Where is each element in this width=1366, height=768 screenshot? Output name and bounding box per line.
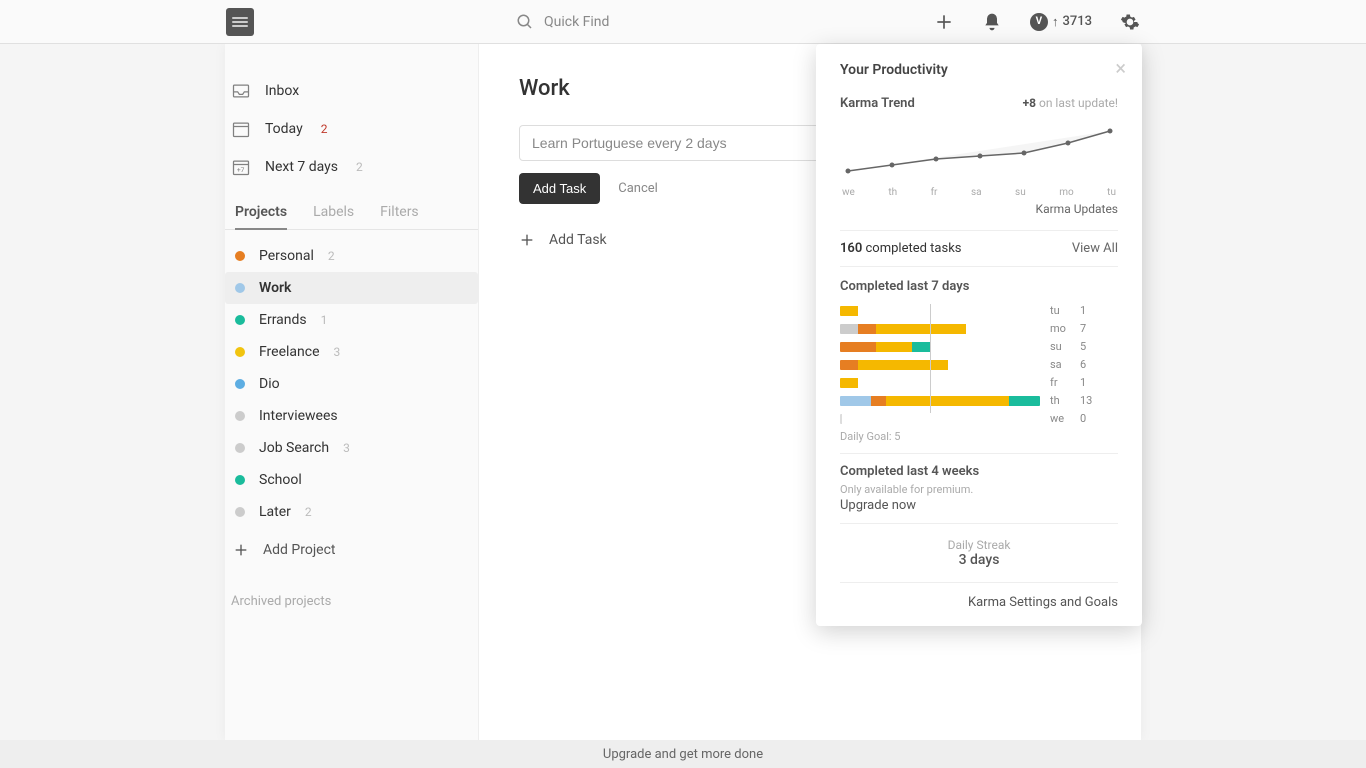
close-icon[interactable]: × bbox=[1115, 58, 1126, 78]
project-color-dot bbox=[235, 379, 245, 389]
streak-label: Daily Streak bbox=[840, 538, 1118, 552]
daily-goal-label: Daily Goal: 5 bbox=[840, 430, 1118, 443]
project-color-dot bbox=[235, 507, 245, 517]
project-count: 3 bbox=[343, 441, 350, 455]
archived-projects-link[interactable]: Archived projects bbox=[225, 566, 478, 617]
project-item[interactable]: School bbox=[225, 464, 478, 496]
karma-score-value: 3713 bbox=[1062, 14, 1092, 29]
project-count: 3 bbox=[334, 345, 341, 359]
nav-today-count: 2 bbox=[321, 122, 328, 136]
weeks-title: Completed last 4 weeks bbox=[840, 464, 1118, 479]
project-item[interactable]: Errands 1 bbox=[225, 304, 478, 336]
trend-axis-labels: wethfrsasumotu bbox=[840, 187, 1118, 198]
premium-note: Only available for premium. bbox=[840, 483, 1118, 496]
project-item[interactable]: Freelance 3 bbox=[225, 336, 478, 368]
project-item[interactable]: Personal 2 bbox=[225, 240, 478, 272]
karma-updates-link[interactable]: Karma Updates bbox=[840, 202, 1118, 216]
nav-next7-label: Next 7 days bbox=[265, 159, 338, 175]
footer-text: Upgrade and get more done bbox=[603, 747, 763, 762]
nav-inbox[interactable]: Inbox bbox=[225, 72, 478, 110]
project-color-dot bbox=[235, 443, 245, 453]
view-all-link[interactable]: View All bbox=[1072, 241, 1118, 256]
week-bar-row: th13 bbox=[840, 394, 1118, 407]
notifications-button[interactable] bbox=[982, 12, 1002, 32]
project-name: Errands bbox=[259, 312, 307, 328]
add-task-row-label: Add Task bbox=[549, 232, 607, 248]
streak-value: 3 days bbox=[840, 552, 1118, 568]
cancel-button[interactable]: Cancel bbox=[618, 181, 658, 196]
karma-settings-link[interactable]: Karma Settings and Goals bbox=[840, 583, 1118, 610]
project-item[interactable]: Work bbox=[225, 272, 478, 304]
add-project-label: Add Project bbox=[263, 542, 336, 558]
popup-title: Your Productivity bbox=[840, 62, 1118, 78]
nav-next7[interactable]: +7 Next 7 days 2 bbox=[225, 148, 478, 186]
project-count: 1 bbox=[321, 313, 328, 327]
nav-today[interactable]: Today 2 bbox=[225, 110, 478, 148]
sidebar-tabs: Projects Labels Filters bbox=[225, 186, 478, 230]
week-bar-row: mo7 bbox=[840, 322, 1118, 335]
tab-labels[interactable]: Labels bbox=[313, 204, 354, 229]
app-logo[interactable] bbox=[226, 8, 254, 36]
project-count: 2 bbox=[305, 505, 312, 519]
nav-inbox-label: Inbox bbox=[265, 83, 299, 99]
project-count: 2 bbox=[328, 249, 335, 263]
karma-arrow-icon: ↑ bbox=[1052, 14, 1059, 30]
completed-tasks-text: 160 completed tasks bbox=[840, 241, 962, 256]
tab-projects[interactable]: Projects bbox=[235, 204, 287, 230]
project-name: Work bbox=[259, 280, 291, 296]
karma-trend-label: Karma Trend bbox=[840, 96, 915, 111]
project-color-dot bbox=[235, 411, 245, 421]
nav-today-label: Today bbox=[265, 121, 303, 137]
karma-score-button[interactable]: V ↑ 3713 bbox=[1030, 13, 1092, 31]
project-item[interactable]: Dio bbox=[225, 368, 478, 400]
project-color-dot bbox=[235, 347, 245, 357]
project-item[interactable]: Later 2 bbox=[225, 496, 478, 528]
calendar-today-icon bbox=[231, 119, 251, 139]
project-name: Personal bbox=[259, 248, 314, 264]
project-name: Freelance bbox=[259, 344, 320, 360]
project-item[interactable]: Interviewees bbox=[225, 400, 478, 432]
quick-add-button[interactable] bbox=[934, 12, 954, 32]
search-icon bbox=[516, 13, 534, 31]
project-name: Later bbox=[259, 504, 291, 520]
tab-filters[interactable]: Filters bbox=[380, 204, 419, 229]
productivity-popup: × Your Productivity Karma Trend +8 on la… bbox=[816, 44, 1142, 626]
project-item[interactable]: Job Search 3 bbox=[225, 432, 478, 464]
project-color-dot bbox=[235, 475, 245, 485]
footer-bar[interactable]: Upgrade and get more done bbox=[0, 740, 1366, 768]
karma-badge-icon: V bbox=[1030, 13, 1048, 31]
svg-text:+7: +7 bbox=[237, 166, 245, 174]
nav-next7-count: 2 bbox=[356, 160, 363, 174]
project-name: Job Search bbox=[259, 440, 329, 456]
project-list: Personal 2 Work Errands 1 Freelance 3 Di… bbox=[225, 230, 478, 528]
project-name: School bbox=[259, 472, 302, 488]
project-name: Interviewees bbox=[259, 408, 338, 424]
settings-button[interactable] bbox=[1120, 12, 1140, 32]
upgrade-now-link[interactable]: Upgrade now bbox=[840, 498, 916, 513]
daily-goal-line bbox=[930, 304, 931, 413]
topbar: Quick Find V ↑ 3713 bbox=[0, 0, 1366, 44]
inbox-icon bbox=[231, 81, 251, 101]
search-placeholder: Quick Find bbox=[544, 14, 609, 30]
week-bar-row: su5 bbox=[840, 340, 1118, 353]
week-bar-row: tu1 bbox=[840, 304, 1118, 317]
project-color-dot bbox=[235, 315, 245, 325]
add-task-button[interactable]: Add Task bbox=[519, 173, 600, 204]
week-bars-chart: tu1 mo7 su5 sa6 fr1 th13 we0 bbox=[840, 304, 1118, 425]
project-name: Dio bbox=[259, 376, 280, 392]
project-color-dot bbox=[235, 251, 245, 261]
calendar-week-icon: +7 bbox=[231, 157, 251, 177]
sidebar: Inbox Today 2 +7 Next 7 days 2 Projects … bbox=[225, 44, 479, 740]
karma-delta: +8 on last update! bbox=[1023, 96, 1118, 110]
project-color-dot bbox=[235, 283, 245, 293]
search-box[interactable]: Quick Find bbox=[516, 13, 609, 31]
karma-trend-chart bbox=[840, 123, 1118, 179]
week-bar-row: sa6 bbox=[840, 358, 1118, 371]
add-project-button[interactable]: Add Project bbox=[225, 528, 478, 566]
week-title: Completed last 7 days bbox=[840, 279, 1118, 294]
week-bar-row: fr1 bbox=[840, 376, 1118, 389]
week-bar-row: we0 bbox=[840, 412, 1118, 425]
